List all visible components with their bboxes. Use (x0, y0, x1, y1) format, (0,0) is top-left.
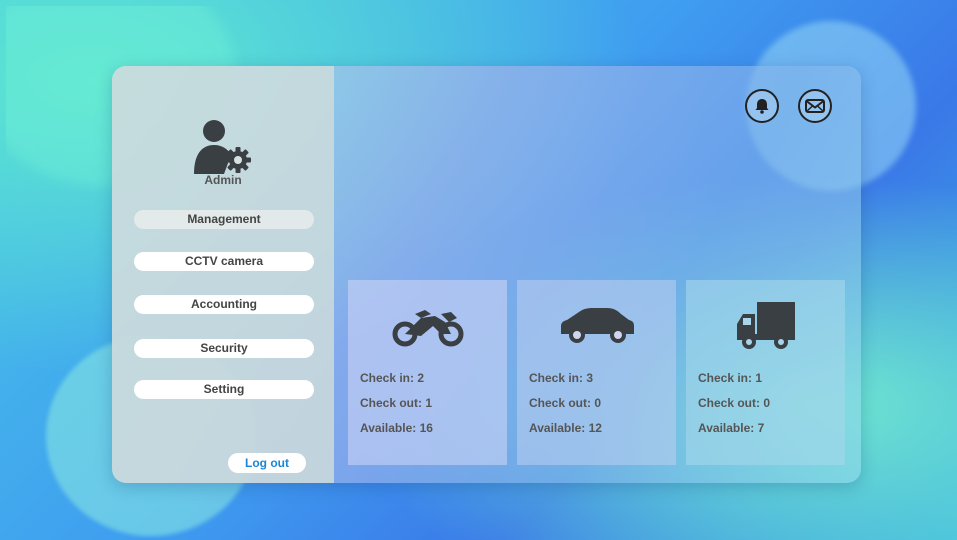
motorcycle-card: Check in: 2 Check out: 1 Available: 16 (348, 280, 507, 465)
available-stat: Available: 7 (698, 421, 765, 435)
check-in-stat: Check in: 1 (698, 371, 763, 385)
sidebar-item-security[interactable]: Security (134, 339, 314, 358)
check-out-stat: Check out: 0 (698, 396, 771, 410)
sidebar-item-management[interactable]: Management (134, 210, 314, 229)
notification-button[interactable] (745, 89, 779, 123)
motorcycle-icon (392, 309, 463, 346)
car-card: Check in: 3 Check out: 0 Available: 12 (517, 280, 676, 465)
messages-button[interactable] (798, 89, 832, 123)
admin-label: Admin (204, 173, 242, 187)
admin-avatar-icon (194, 120, 251, 174)
available-stat: Available: 16 (360, 421, 433, 435)
check-in-stat: Check in: 2 (360, 371, 425, 385)
bell-icon (755, 99, 769, 114)
sidebar-item-setting[interactable]: Setting (134, 380, 314, 399)
car-icon (560, 307, 634, 343)
mail-icon (805, 99, 825, 113)
available-stat: Available: 12 (529, 421, 602, 435)
check-out-stat: Check out: 0 (529, 396, 602, 410)
truck-icon (736, 301, 795, 349)
sidebar: Admin Management CCTV camera Accounting … (112, 66, 334, 483)
check-out-stat: Check out: 1 (360, 396, 433, 410)
logout-button[interactable]: Log out (228, 453, 306, 473)
sidebar-item-accounting[interactable]: Accounting (134, 295, 314, 314)
dashboard-panel: Admin Management CCTV camera Accounting … (112, 66, 861, 483)
check-in-stat: Check in: 3 (529, 371, 594, 385)
sidebar-item-cctv-camera[interactable]: CCTV camera (134, 252, 314, 271)
truck-card: Check in: 1 Check out: 0 Available: 7 (686, 280, 845, 465)
